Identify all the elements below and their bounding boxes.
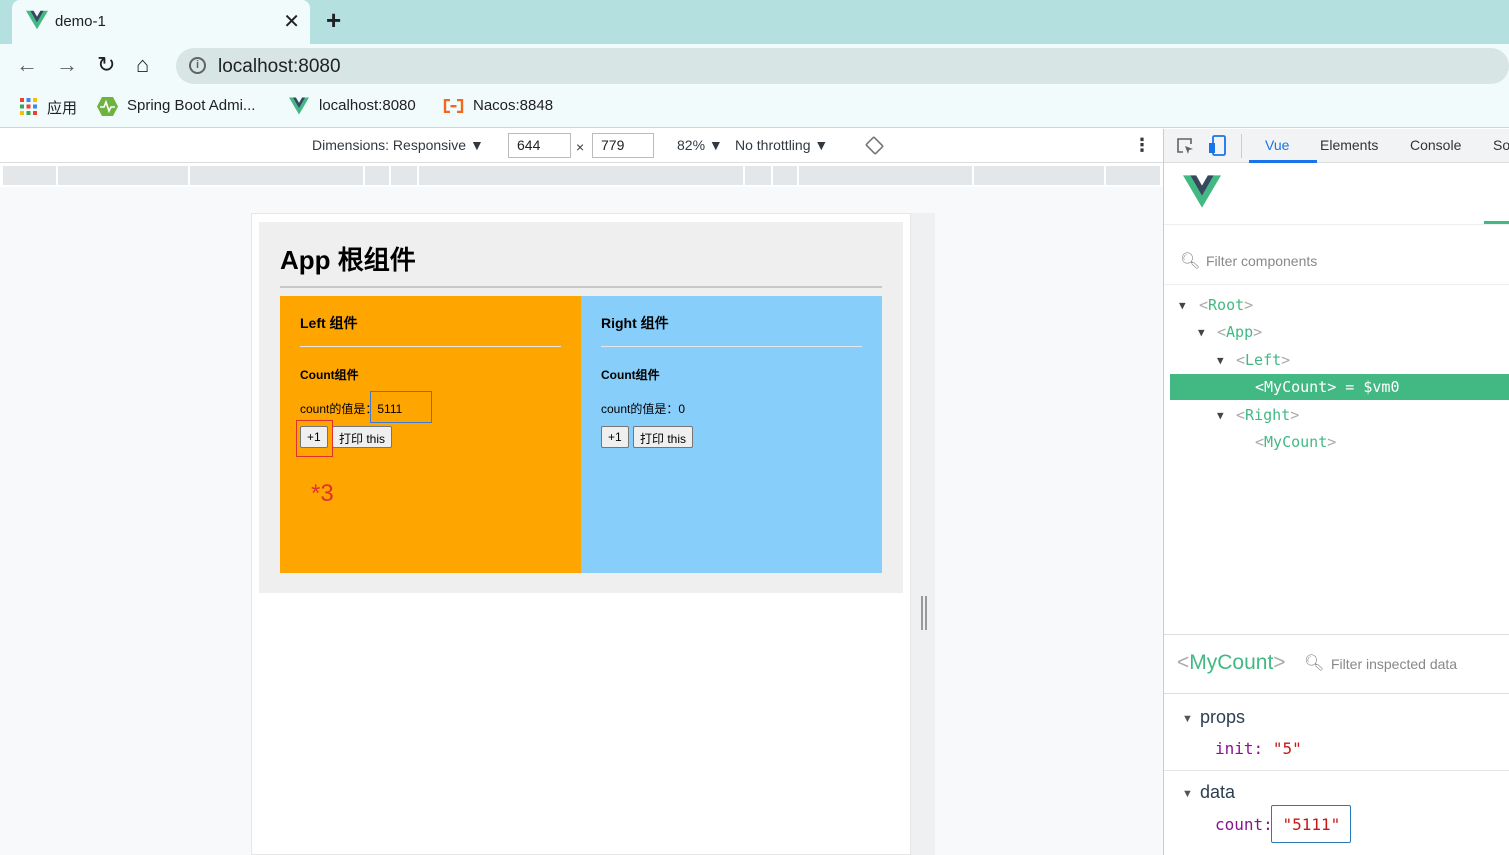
filter-components-input[interactable]: Filter components	[1206, 253, 1317, 269]
more-options-icon[interactable]: ⋮	[1133, 135, 1151, 156]
editing-value-box	[1271, 805, 1351, 843]
vue-logo-icon	[289, 97, 309, 115]
inspect-element-icon[interactable]	[1176, 137, 1195, 155]
forward-arrow-icon[interactable]: →	[56, 52, 78, 78]
expand-arrow-icon[interactable]: ▼	[1198, 326, 1205, 339]
tab-elements[interactable]: Elements	[1320, 137, 1378, 153]
tree-node-right[interactable]: <Right>	[1236, 402, 1299, 428]
browser-toolbar: ← → ↻ ⌂ i localhost:8080	[0, 44, 1509, 86]
rotate-icon[interactable]	[865, 136, 884, 155]
count-value: 0	[678, 402, 686, 416]
nacos-icon	[443, 99, 464, 113]
bookmark-localhost[interactable]: localhost:8080	[319, 97, 416, 114]
app-title: App 根组件	[280, 245, 416, 275]
section-divider	[1164, 770, 1509, 771]
count-component-title: Count组件	[300, 368, 359, 382]
browser-tab[interactable]: demo-1 ✕	[12, 0, 310, 44]
tree-node-root[interactable]: <Root>	[1199, 292, 1253, 318]
annotation-box-button	[296, 420, 333, 457]
vue-logo-icon	[26, 10, 48, 30]
prop-init[interactable]: init: "5"	[1215, 739, 1302, 758]
tree-node-mycount[interactable]: <MyCount>	[1255, 429, 1336, 455]
collapse-arrow-icon[interactable]: ▼	[1182, 713, 1193, 725]
count-label: count的值是：	[300, 402, 378, 416]
devtools-tabbar: Vue Elements Console So	[1164, 129, 1509, 163]
resize-strip	[911, 213, 935, 855]
url-text[interactable]: localhost:8080	[218, 56, 341, 78]
print-this-button[interactable]: 打印 this	[633, 426, 694, 448]
device-toolbar: Dimensions: Responsive ▼ 644 × 779 82% ▼…	[0, 129, 1163, 163]
count-component-title: Count组件	[601, 368, 660, 382]
count-display: count的值是：0	[601, 400, 685, 417]
tab-sources[interactable]: So	[1493, 137, 1509, 153]
height-input[interactable]: 779	[592, 133, 654, 158]
device-toggle-icon[interactable]	[1208, 135, 1226, 156]
vue-logo-icon	[1183, 175, 1221, 208]
reload-icon[interactable]: ↻	[97, 52, 115, 78]
search-icon: 🔍︎	[1304, 655, 1325, 672]
zoom-dropdown[interactable]: 82% ▼	[677, 137, 723, 153]
props-section-title[interactable]: props	[1200, 707, 1245, 728]
width-input[interactable]: 644	[508, 133, 571, 158]
bookmarks-bar: 应用 Spring Boot Admi... localhost:8080 Na…	[0, 86, 1509, 128]
spring-boot-admin-icon	[97, 97, 118, 116]
browser-tab-strip: demo-1 ✕ +	[0, 0, 1509, 44]
throttling-dropdown[interactable]: No throttling ▼	[735, 137, 828, 153]
left-title: Left 组件	[300, 315, 358, 331]
bookmark-nacos[interactable]: Nacos:8848	[473, 97, 553, 114]
vue-active-indicator	[1484, 221, 1509, 224]
vue-devtools-header	[1164, 163, 1509, 225]
tree-node-app[interactable]: <App>	[1217, 319, 1262, 345]
back-arrow-icon[interactable]: ←	[16, 52, 38, 78]
tab-title: demo-1	[55, 13, 106, 30]
tab-console[interactable]: Console	[1410, 137, 1461, 153]
new-tab-button[interactable]: +	[326, 5, 341, 36]
bookmark-apps[interactable]: 应用	[47, 97, 77, 118]
right-component: Right 组件 Count组件 count的值是：0 +1 打印 this	[581, 296, 882, 573]
tab-vue[interactable]: Vue	[1265, 137, 1289, 153]
inspected-component-name: <MyCount>	[1177, 651, 1286, 674]
toolbar-separator	[1241, 134, 1242, 158]
expand-arrow-icon[interactable]: ▼	[1217, 354, 1224, 367]
tree-node-mycount-selected[interactable]: <MyCount> = $vm0	[1170, 374, 1509, 400]
address-bar[interactable]: i localhost:8080	[176, 48, 1509, 84]
media-query-ruler	[0, 163, 1163, 187]
apps-grid-icon	[20, 98, 37, 115]
collapse-arrow-icon[interactable]: ▼	[1182, 788, 1193, 800]
site-info-icon[interactable]: i	[189, 57, 206, 74]
filter-components-row[interactable]: 🔍︎ Filter components	[1164, 237, 1509, 285]
dimensions-dropdown[interactable]: Dimensions: Responsive ▼	[312, 137, 484, 153]
right-title: Right 组件	[601, 315, 669, 331]
divider	[601, 346, 862, 347]
filter-inspected-input[interactable]: Filter inspected data	[1331, 656, 1457, 672]
bookmark-spring-boot-admin[interactable]: Spring Boot Admi...	[127, 97, 255, 114]
inspector-header: <MyCount> 🔍︎ Filter inspected data	[1164, 634, 1509, 694]
home-icon[interactable]: ⌂	[136, 52, 149, 78]
annotation-box-count	[370, 391, 432, 423]
devtools-panel: Vue Elements Console So 🔍︎ Filter compon…	[1163, 129, 1509, 855]
tree-node-left[interactable]: <Left>	[1236, 347, 1290, 373]
resize-handle[interactable]	[921, 596, 927, 630]
close-tab-icon[interactable]: ✕	[283, 9, 300, 34]
divider	[280, 286, 882, 288]
data-section-title[interactable]: data	[1200, 782, 1235, 803]
print-this-button[interactable]: 打印 this	[332, 426, 393, 448]
expand-arrow-icon[interactable]: ▼	[1217, 409, 1224, 422]
search-icon: 🔍︎	[1180, 253, 1201, 270]
dimension-separator: ×	[576, 139, 585, 155]
expand-arrow-icon[interactable]: ▼	[1179, 299, 1186, 312]
count-label: count的值是：	[601, 402, 679, 416]
plus-one-button[interactable]: +1	[601, 426, 629, 448]
divider	[300, 346, 561, 347]
annotation-times-three: *3	[311, 480, 334, 507]
